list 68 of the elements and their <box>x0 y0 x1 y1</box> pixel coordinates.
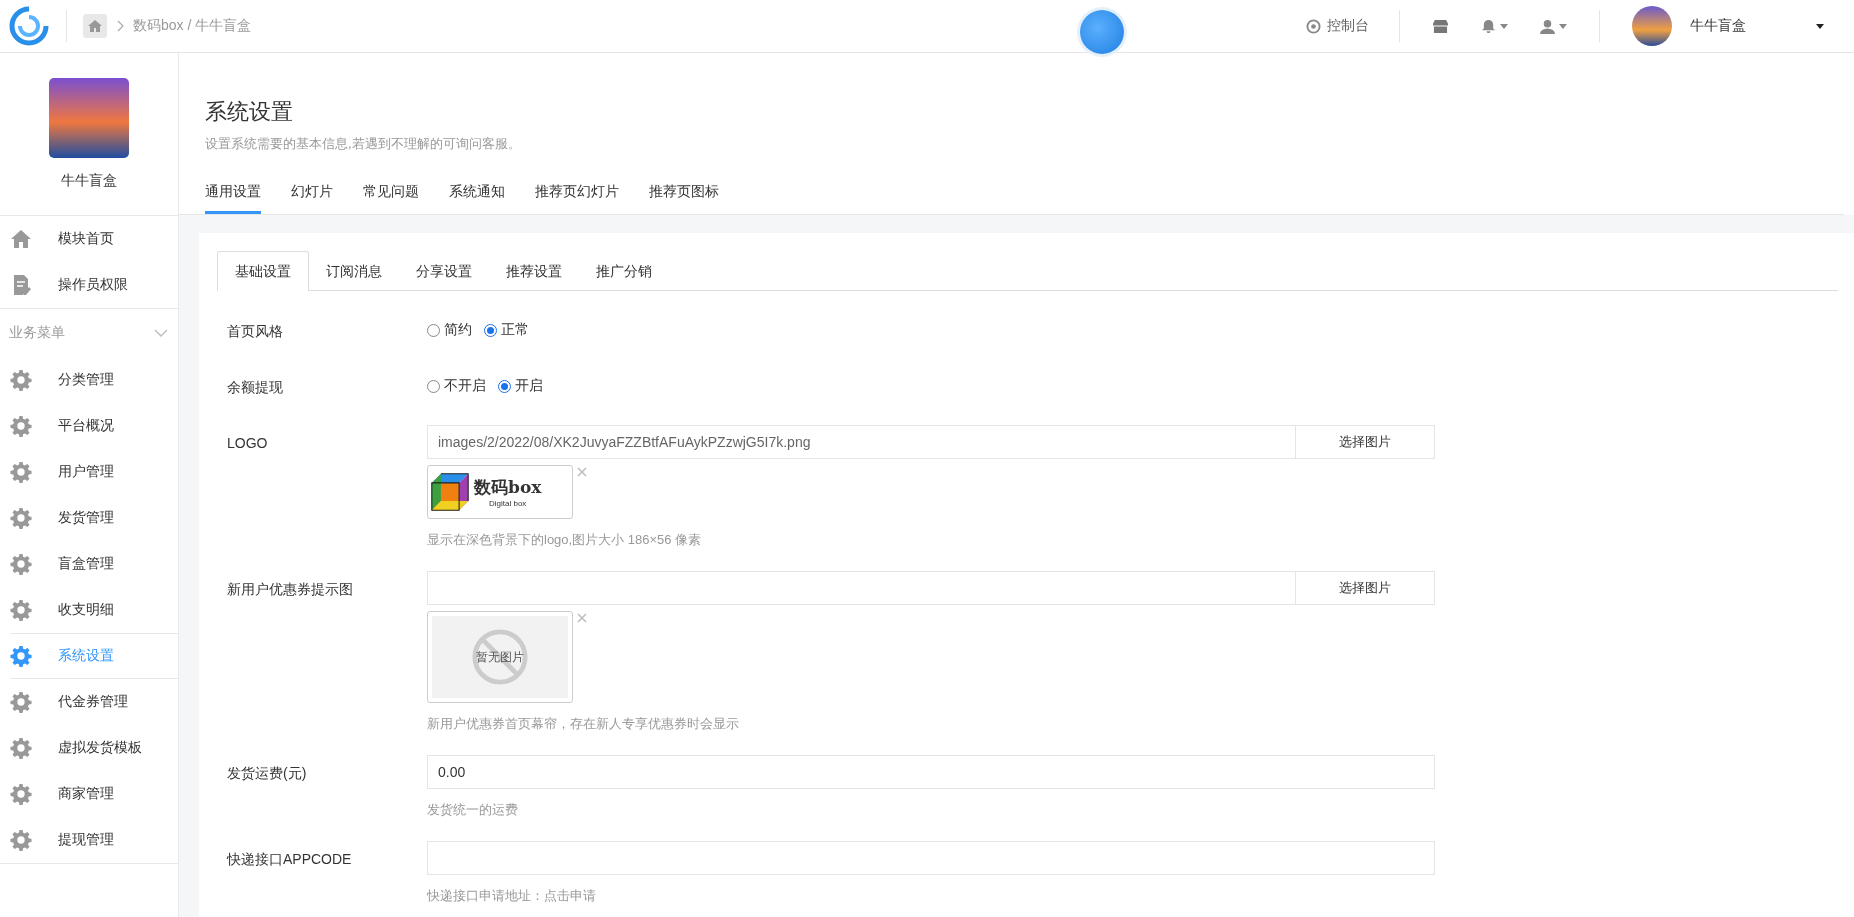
logo-icon <box>8 5 50 47</box>
field-hint: 新用户优惠券首页幕帘，存在新人专享优惠券时会显示 <box>427 715 740 733</box>
tab[interactable]: 推广分销 <box>579 251 669 291</box>
page-subtitle: 设置系统需要的基本信息,若遇到不理解的可询问客服。 <box>205 135 522 153</box>
tab[interactable]: 推荐页图标 <box>649 183 719 214</box>
choose-image-button[interactable]: 选择图片 <box>1295 571 1435 605</box>
tab[interactable]: 幻灯片 <box>291 183 333 214</box>
text-field[interactable]: 0.00 <box>427 755 1435 789</box>
home-button[interactable] <box>83 14 107 38</box>
radio-option[interactable]: 正常 <box>484 321 529 339</box>
profile-name: 牛牛盲盒 <box>61 172 117 190</box>
home-icon <box>10 228 32 250</box>
avatar-picture <box>1632 6 1672 46</box>
gear-icon <box>10 599 32 621</box>
gear-icon <box>10 645 32 667</box>
tab[interactable]: 推荐页幻灯片 <box>535 183 619 214</box>
chevron-icon <box>117 20 125 32</box>
field-label: LOGO <box>226 434 269 453</box>
logo-subtext: Digital box <box>489 499 527 508</box>
field-label: 新用户优惠券提示图 <box>226 580 354 599</box>
cube-icon <box>430 472 470 512</box>
tab[interactable]: 分享设置 <box>399 251 489 291</box>
breadcrumb: 数码box / 牛牛盲盒 <box>133 17 252 35</box>
page-title: 系统设置 <box>205 98 294 126</box>
gear-icon <box>10 461 32 483</box>
tab[interactable]: 系统通知 <box>449 183 505 214</box>
gear-icon <box>10 691 32 713</box>
field-label: 余额提现 <box>226 378 284 397</box>
caret-icon <box>1559 23 1567 29</box>
no-image-icon <box>471 628 529 686</box>
field-hint: 快递接口申请地址：点击申请 <box>427 887 597 905</box>
logo-text: 数码box <box>474 476 542 499</box>
home-icon <box>87 18 103 34</box>
field-label: 发货运费(元) <box>226 764 308 783</box>
tab[interactable]: 常见问题 <box>363 183 419 214</box>
path-field[interactable] <box>427 571 1295 605</box>
field-label: 快递接口APPCODE <box>225 850 353 869</box>
gear-icon <box>10 829 32 851</box>
field-hint: 显示在深色背景下的logo,图片大小 186×56 像素 <box>427 531 703 549</box>
text-field[interactable] <box>427 841 1435 875</box>
gear-icon <box>10 507 32 529</box>
store-icon <box>1432 18 1449 34</box>
gear-icon <box>10 783 32 805</box>
field-label: 首页风格 <box>226 322 284 341</box>
caret-icon[interactable] <box>1816 23 1824 29</box>
gear-icon <box>10 415 32 437</box>
radio-option[interactable]: 不开启 <box>427 377 486 395</box>
gauge-icon <box>1306 18 1321 34</box>
gear-icon <box>10 369 32 391</box>
close-icon[interactable] <box>577 467 587 477</box>
round-badge-picture <box>1080 10 1124 54</box>
bell-icon <box>1481 18 1496 34</box>
tab[interactable]: 推荐设置 <box>489 251 579 291</box>
user-name: 牛牛盲盒 <box>1690 17 1746 35</box>
radio-option[interactable]: 简约 <box>427 321 472 339</box>
choose-image-button[interactable]: 选择图片 <box>1295 425 1435 459</box>
tab[interactable]: 基础设置 <box>217 251 309 291</box>
radio-option[interactable]: 开启 <box>498 377 543 395</box>
user-icon <box>1540 18 1555 34</box>
path-field[interactable]: images/2/2022/08/XK2JuvyaFZZBtfAFuAykPZzwjG5I7k.png <box>427 425 1295 459</box>
caret-icon <box>1500 23 1508 29</box>
section-title: 业务菜单 <box>9 324 65 342</box>
console-link[interactable]: 控制台 <box>1292 17 1383 35</box>
close-icon[interactable] <box>577 613 587 623</box>
gear-icon <box>10 553 32 575</box>
tab[interactable]: 订阅消息 <box>309 251 399 291</box>
no-image-text: 暂无图片 <box>476 648 524 666</box>
gear-icon <box>10 737 32 759</box>
